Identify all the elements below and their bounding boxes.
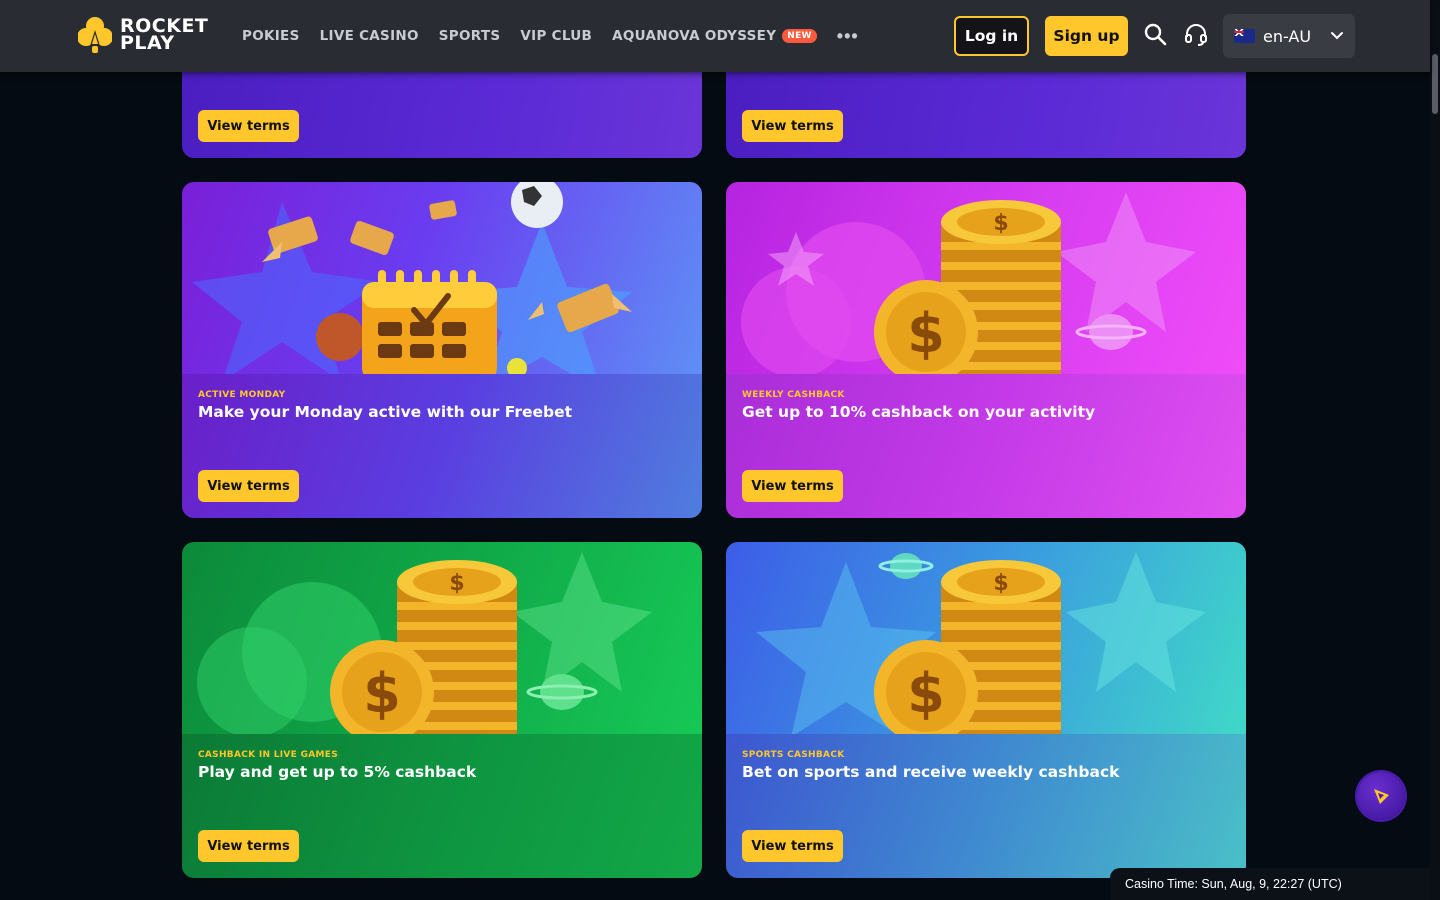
login-button[interactable]: Log in [954,16,1029,56]
promo-title: Bet on sports and receive weekly cashbac… [742,763,1120,781]
more-menu-button[interactable]: ••• [837,26,859,47]
promo-card-live-games-cashback: $ $ CASHBACK IN LIVE GAMES Play and get … [182,542,702,878]
promo-image-sports-cashback: $ $ [726,542,1246,734]
top-header: ROCKET PLAY POKIES LIVE CASINO SPORTS VI… [0,0,1430,72]
promo-card-body: WEEKLY CASHBACK Get up to 10% cashback o… [726,374,1246,518]
promo-image-weekly-cashback: $ $ [726,182,1246,374]
headset-icon[interactable] [1183,22,1209,48]
promo-card-partial-left: View terms [182,60,702,158]
promo-card-sports-cashback: $ $ SPORTS CASHBACK Bet on sports and re… [726,542,1246,878]
coin-stack-illustration: $ $ [756,552,1206,734]
view-terms-button[interactable]: View terms [198,470,299,502]
nav-aquanova-odyssey[interactable]: AQUANOVA ODYSSEY NEW [612,28,817,44]
view-terms-button[interactable]: View terms [742,830,843,862]
promo-rocket-button[interactable] [1357,772,1405,820]
promo-tag: WEEKLY CASHBACK [742,390,845,400]
svg-text:$: $ [907,662,945,725]
promo-title: Make your Monday active with our Freebet [198,403,573,421]
promo-card-body: SPORTS CASHBACK Bet on sports and receiv… [726,734,1246,878]
svg-text:$: $ [449,571,464,596]
nav-pokies[interactable]: POKIES [242,28,300,44]
nav-sports[interactable]: SPORTS [439,28,501,44]
svg-text:$: $ [363,662,401,725]
view-terms-button[interactable]: View terms [742,110,843,142]
svg-text:$: $ [993,211,1008,236]
search-icon[interactable] [1143,22,1169,48]
nav-live-casino[interactable]: LIVE CASINO [320,28,419,44]
promo-card-body: CASHBACK IN LIVE GAMES Play and get up t… [182,734,702,878]
freebet-calendar-illustration [192,182,632,374]
promo-card-partial-right: View terms [726,60,1246,158]
scrollbar-track[interactable] [1430,0,1440,900]
language-label: en-AU [1263,26,1312,46]
view-terms-button[interactable]: View terms [198,830,299,862]
svg-text:$: $ [993,571,1008,596]
promo-title: Get up to 10% cashback on your activity [742,403,1096,421]
coin-stack-illustration: $ $ [197,552,652,734]
rocketplay-logo[interactable]: ROCKET PLAY [78,16,208,54]
promo-tag: SPORTS CASHBACK [742,750,845,760]
view-terms-button[interactable]: View terms [742,470,843,502]
promo-image-live-cashback: $ $ [182,542,702,734]
promo-title: Play and get up to 5% cashback [198,763,477,781]
svg-text:$: $ [907,302,945,365]
casino-time: Casino Time: Sun, Aug, 9, 22:27 (UTC) [1110,868,1430,900]
promo-card-active-monday: ACTIVE MONDAY Make your Monday active wi… [182,182,702,518]
australia-flag-icon [1234,29,1255,43]
chevron-down-icon [1331,32,1344,40]
logo-line-2: PLAY [120,32,175,54]
language-selector[interactable]: en-AU [1223,14,1355,58]
promo-card-weekly-cashback: $ $ WEEKLY CASHBACK Get up to 10% cashba… [726,182,1246,518]
promo-tag: ACTIVE MONDAY [198,390,286,400]
logo-club-icon [78,17,112,53]
scrollbar-thumb[interactable] [1432,54,1438,114]
new-badge: NEW [782,29,817,43]
coin-stack-illustration: $ $ [741,192,1196,374]
promo-tag: CASHBACK IN LIVE GAMES [198,750,339,760]
signup-button[interactable]: Sign up [1045,16,1128,56]
nav-aquanova-label: AQUANOVA ODYSSEY [612,28,777,44]
promo-card-body: ACTIVE MONDAY Make your Monday active wi… [182,374,702,518]
nav-vip-club[interactable]: VIP CLUB [520,28,592,44]
main-nav: POKIES LIVE CASINO SPORTS VIP CLUB AQUAN… [242,0,859,72]
promo-image-freebet [182,182,702,374]
rocket-play-icon [1374,789,1389,804]
view-terms-button[interactable]: View terms [198,110,299,142]
